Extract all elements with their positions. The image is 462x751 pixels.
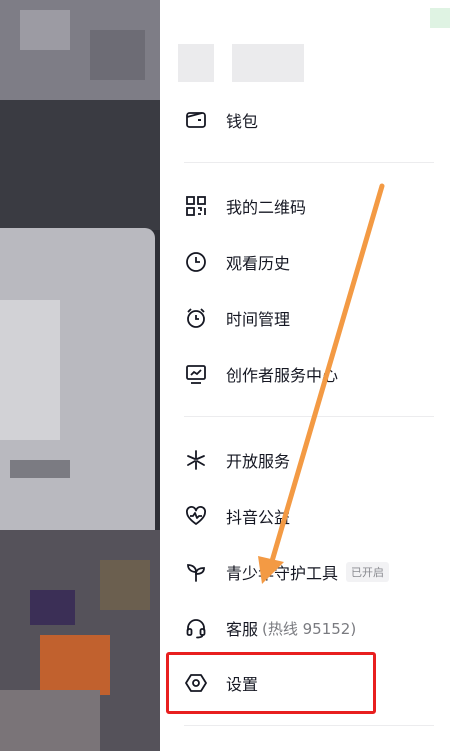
sprout-icon (184, 560, 208, 584)
side-drawer-menu: 钱包 我的二维码 观看历史 时间管理 创作者服务中心 开放服务 抖音公益 青少年… (160, 0, 462, 751)
menu-item-qr-code-label: 我的二维码 (226, 198, 307, 217)
menu-item-open-services-label: 开放服务 (226, 452, 291, 471)
alarm-clock-icon (184, 306, 208, 330)
menu-item-youth-protection[interactable]: 青少年守护工具 已开启 (184, 550, 434, 594)
menu-item-creator-center-label: 创作者服务中心 (226, 366, 339, 385)
menu-item-customer-service[interactable]: 客服 (热线 95152) (184, 606, 434, 650)
menu-item-time-management-label: 时间管理 (226, 310, 291, 329)
chart-monitor-icon (184, 362, 208, 386)
status-indicator-blurred (430, 8, 450, 28)
menu-item-watch-history[interactable]: 观看历史 (184, 240, 434, 284)
sparkle-icon (184, 448, 208, 472)
divider (184, 725, 434, 726)
status-badge: 已开启 (346, 562, 390, 582)
menu-item-customer-service-label: 客服 (226, 620, 259, 639)
background-video-blurred (0, 0, 160, 751)
menu-item-wallet-label: 钱包 (226, 112, 259, 131)
divider (184, 162, 434, 163)
menu-item-time-management[interactable]: 时间管理 (184, 296, 434, 340)
menu-item-charity[interactable]: 抖音公益 (184, 494, 434, 538)
avatar-blurred (178, 44, 214, 82)
username-blurred (232, 44, 304, 82)
menu-item-youth-protection-label: 青少年守护工具 (226, 564, 339, 583)
menu-item-open-services[interactable]: 开放服务 (184, 438, 434, 482)
heart-pulse-icon (184, 504, 208, 528)
wallet-icon (184, 108, 208, 132)
settings-highlight-box (166, 652, 376, 714)
divider (184, 416, 434, 417)
hotline-text: (热线 95152) (262, 619, 357, 638)
clock-icon (184, 250, 208, 274)
qr-code-icon (184, 194, 208, 218)
menu-item-wallet[interactable]: 钱包 (184, 98, 434, 142)
menu-item-charity-label: 抖音公益 (226, 508, 291, 527)
menu-item-watch-history-label: 观看历史 (226, 254, 291, 273)
menu-item-creator-center[interactable]: 创作者服务中心 (184, 352, 434, 396)
headset-icon (184, 616, 208, 640)
menu-item-qr-code[interactable]: 我的二维码 (184, 184, 434, 228)
